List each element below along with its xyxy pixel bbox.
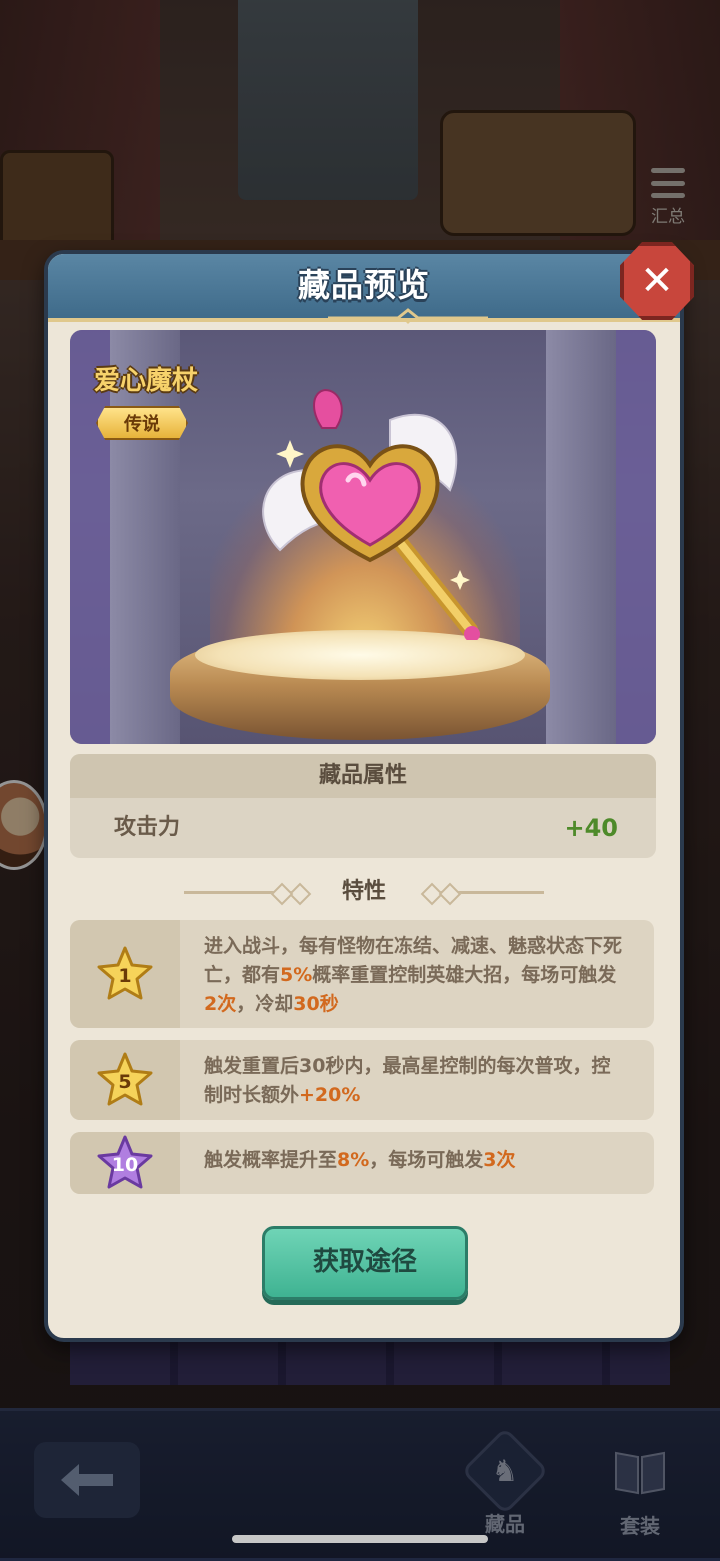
traits-heading: 特性 (341, 879, 386, 904)
trait-star-cell: 5 (70, 1040, 180, 1120)
heart-wand-icon (262, 388, 480, 640)
star-icon: 10 (96, 1134, 154, 1192)
close-icon: ✕ (640, 258, 674, 304)
star-icon: 5 (96, 1051, 154, 1109)
trait-star-cell: 1 (70, 920, 180, 1028)
star-level: 1 (118, 965, 132, 987)
star-icon: 1 (96, 945, 154, 1003)
trait-row: 10 触发概率提升至8%，每场可触发3次 (70, 1132, 654, 1194)
attribute-row: 攻击力 +40 (70, 798, 656, 858)
header-ornament-icon (328, 308, 488, 324)
curtain-right (616, 330, 656, 744)
trait-row: 5 触发重置后30秒内，最高星控制的每次普攻，控制时长额外+20% (70, 1040, 654, 1120)
attributes-heading: 藏品属性 (70, 754, 656, 798)
star-level: 10 (111, 1154, 139, 1176)
trait-description: 触发重置后30秒内，最高星控制的每次普攻，控制时长额外+20% (204, 1055, 611, 1106)
collection-preview-dialog: 藏品预览 爱心魔杖 传说 藏品属性 攻击力 +40 特性 1 进入战斗，每有怪物… (44, 250, 684, 1342)
home-indicator (232, 1535, 488, 1543)
rarity-badge: 传说 (96, 406, 188, 440)
acquire-source-button[interactable]: 获取途径 (262, 1226, 468, 1300)
dialog-title: 藏品预览 (297, 266, 430, 304)
star-level: 5 (118, 1071, 132, 1093)
pillar-right (546, 330, 616, 744)
trait-star-cell: 10 (70, 1132, 180, 1194)
trait-row: 1 进入战斗，每有怪物在冻结、减速、魅惑状态下死亡，都有5%概率重置控制英雄大招… (70, 920, 654, 1028)
item-name: 爱心魔杖 (94, 366, 199, 396)
item-preview-image: 爱心魔杖 传说 (70, 330, 656, 744)
attributes-panel: 藏品属性 攻击力 +40 (70, 754, 656, 858)
attribute-value: +40 (564, 814, 618, 842)
attribute-label: 攻击力 (114, 815, 181, 840)
trait-description: 触发概率提升至8%，每场可触发3次 (204, 1149, 516, 1171)
trait-description: 进入战斗，每有怪物在冻结、减速、魅惑状态下死亡，都有5%概率重置控制英雄大招，每… (204, 935, 623, 1015)
